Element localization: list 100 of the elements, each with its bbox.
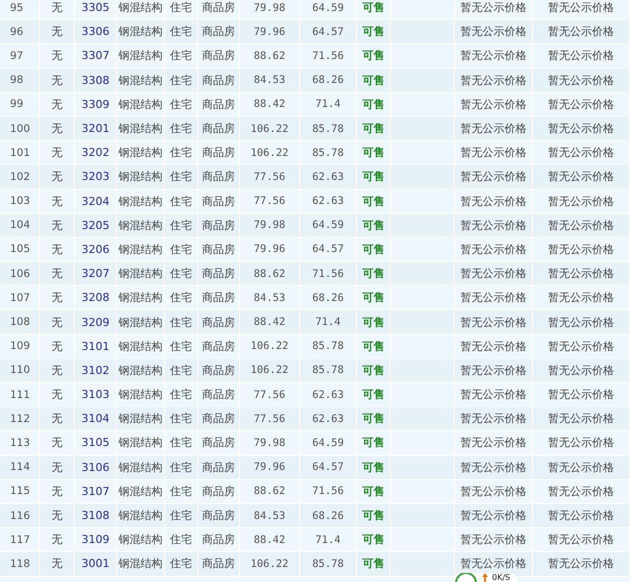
room-link[interactable]: 3204 xyxy=(82,194,110,208)
table-cell: 暂无公示价格 xyxy=(533,165,630,190)
table-cell: 62.63 xyxy=(300,165,357,190)
table-cell: 商品房 xyxy=(198,0,240,20)
table-cell: 88.42 xyxy=(240,310,300,335)
table-cell: 暂无公示价格 xyxy=(533,92,630,117)
table-cell: 79.98 xyxy=(240,214,300,238)
table-cell: 住宅 xyxy=(165,141,198,166)
table-cell: 104 xyxy=(0,214,40,238)
table-cell: 85.78 xyxy=(300,116,357,142)
table-cell: 64.57 xyxy=(300,238,357,262)
table-cell: 无 xyxy=(40,334,75,359)
table-cell: 106.22 xyxy=(240,116,300,142)
table-cell: 98 xyxy=(0,68,40,93)
table-cell: 钢混结构 xyxy=(117,92,165,117)
room-link[interactable]: 3206 xyxy=(82,242,110,256)
status-cell: 可售 xyxy=(357,141,391,166)
room-link[interactable]: 3109 xyxy=(82,533,110,546)
table-cell: 暂无公示价格 xyxy=(533,310,630,335)
table-cell: 住宅 xyxy=(165,552,198,576)
table-cell: 暂无公示价格 xyxy=(533,334,630,359)
table-cell: 64.59 xyxy=(300,214,357,238)
room-link[interactable]: 3309 xyxy=(82,98,110,111)
table-cell: 无 xyxy=(40,20,75,44)
table-cell: 商品房 xyxy=(198,334,240,359)
upload-arrow-icon xyxy=(482,573,488,582)
table-cell: 110 xyxy=(0,358,40,383)
table-cell: 无 xyxy=(40,286,75,310)
table-cell: 钢混结构 xyxy=(117,0,165,20)
table-cell: 88.62 xyxy=(240,480,300,504)
table-cell: 商品房 xyxy=(198,286,240,310)
table-cell: 商品房 xyxy=(198,528,240,552)
table-cell: 暂无公示价格 xyxy=(533,0,630,20)
status-cell: 可售 xyxy=(357,68,391,93)
table-cell: 97 xyxy=(0,44,40,69)
table-cell: 62.63 xyxy=(300,407,357,432)
table-cell: 暂无公示价格 xyxy=(533,456,630,480)
table-cell: 100 xyxy=(0,116,40,142)
table-cell: 79.96 xyxy=(240,238,300,262)
table-cell: 77.56 xyxy=(240,383,300,408)
table-cell: 住宅 xyxy=(165,480,198,504)
table-cell: 102 xyxy=(0,165,40,190)
table-cell: 钢混结构 xyxy=(117,383,165,408)
table-cell: 118 xyxy=(0,552,40,576)
table-cell: 71.4 xyxy=(300,92,357,117)
table-cell: 商品房 xyxy=(198,358,240,383)
status-cell: 可售 xyxy=(357,44,391,69)
table-cell: 103 xyxy=(0,190,40,214)
table-cell: 钢混结构 xyxy=(117,44,165,69)
table-cell: 商品房 xyxy=(198,214,240,238)
table-cell: 钢混结构 xyxy=(117,456,165,480)
table-cell: 暂无公示价格 xyxy=(455,238,533,262)
status-cell: 可售 xyxy=(357,358,391,383)
table-cell: 85.78 xyxy=(300,334,357,359)
table-cell: 64.59 xyxy=(300,0,357,20)
room-link[interactable]: 3107 xyxy=(82,484,110,498)
table-cell: 无 xyxy=(40,165,75,190)
status-cell: 可售 xyxy=(357,456,391,480)
table-cell: 无 xyxy=(40,214,75,238)
table-cell: 商品房 xyxy=(198,383,240,408)
table-cell: 钢混结构 xyxy=(117,358,165,383)
table-cell: 钢混结构 xyxy=(117,552,165,576)
table-cell: 住宅 xyxy=(165,528,198,552)
table-cell: 住宅 xyxy=(165,68,198,93)
table-cell: 商品房 xyxy=(198,310,240,335)
table-cell: 无 xyxy=(40,383,75,408)
room-link[interactable]: 3101 xyxy=(82,340,110,353)
table-cell: 住宅 xyxy=(165,431,198,456)
table-cell: 暂无公示价格 xyxy=(455,44,533,69)
table-cell: 商品房 xyxy=(198,141,240,166)
table-cell: 暂无公示价格 xyxy=(455,0,533,20)
room-link[interactable]: 3202 xyxy=(82,146,110,160)
table-cell: 住宅 xyxy=(165,456,198,480)
table-cell: 暂无公示价格 xyxy=(533,383,630,408)
table-cell: 62.63 xyxy=(300,190,357,214)
table-cell: 住宅 xyxy=(165,116,198,142)
table-cell: 暂无公示价格 xyxy=(533,238,630,262)
speed-widget[interactable]: 0K/S xyxy=(452,573,518,582)
table-cell: 无 xyxy=(40,480,75,504)
table-cell: 暂无公示价格 xyxy=(455,504,533,528)
table-cell: 85.78 xyxy=(300,141,357,166)
table-cell: 住宅 xyxy=(165,238,198,262)
table-cell: 商品房 xyxy=(198,92,240,117)
room-link[interactable]: 3208 xyxy=(82,291,110,304)
table-cell: 钢混结构 xyxy=(117,310,165,335)
table-cell: 无 xyxy=(40,238,75,262)
table-cell: 住宅 xyxy=(165,165,198,190)
table-cell: 64.57 xyxy=(300,20,357,44)
table-cell: 暂无公示价格 xyxy=(533,20,630,44)
table-cell: 114 xyxy=(0,456,40,480)
room-link[interactable]: 3307 xyxy=(82,49,110,62)
table-cell: 77.56 xyxy=(240,407,300,432)
table-cell: 106.22 xyxy=(240,141,300,166)
table-cell: 88.42 xyxy=(240,528,300,552)
table-cell: 116 xyxy=(0,504,40,528)
room-link[interactable]: 3105 xyxy=(82,436,110,450)
table-cell: 无 xyxy=(40,92,75,117)
room-link[interactable]: 3305 xyxy=(82,1,110,14)
table-cell: 暂无公示价格 xyxy=(533,528,630,552)
room-link[interactable]: 3103 xyxy=(82,388,110,402)
